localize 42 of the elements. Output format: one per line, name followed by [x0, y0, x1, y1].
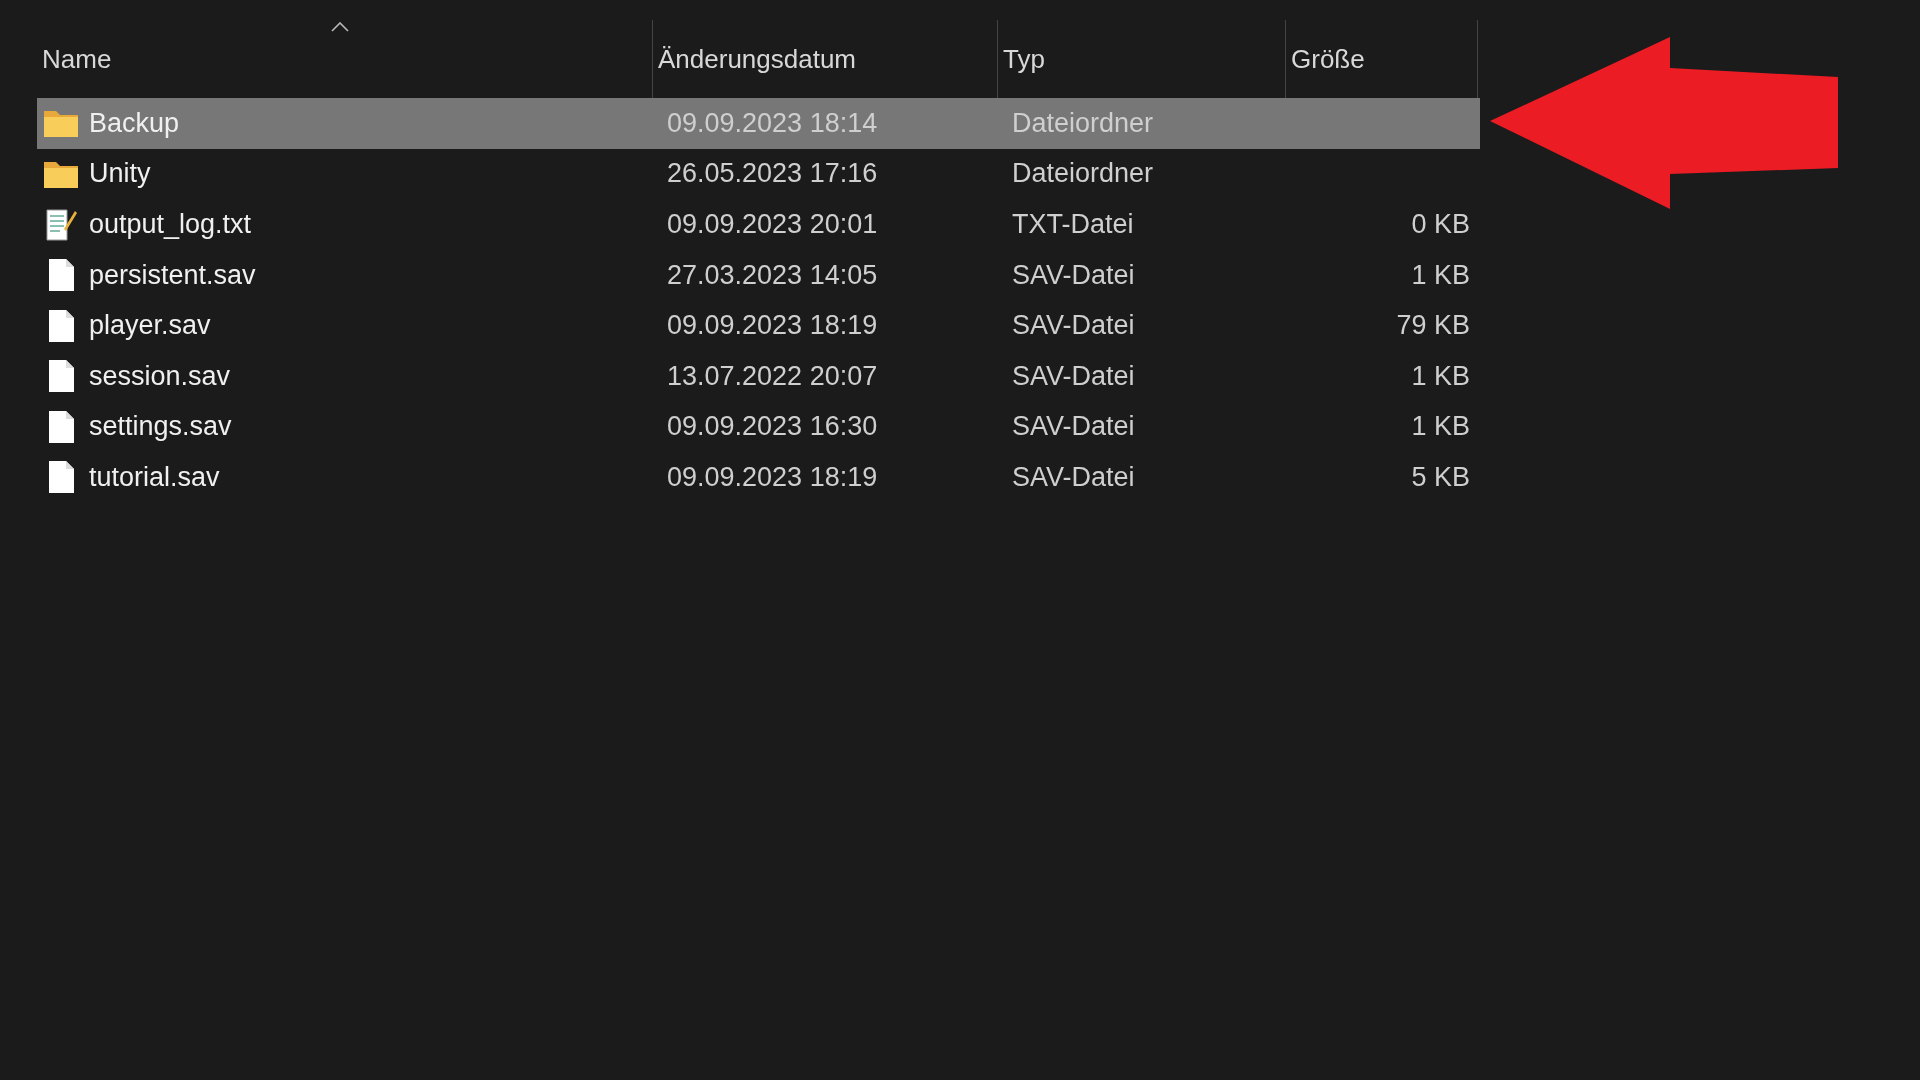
file-name: tutorial.sav: [89, 461, 220, 493]
modified-date: 09.09.2023 18:19: [666, 310, 879, 342]
sort-caret-icon: [330, 22, 349, 32]
modified-date: 27.03.2023 14:05: [666, 259, 879, 291]
file-row[interactable]: session.sav 13.07.2022 20:07 SAV-Datei 1 KB: [37, 350, 1480, 402]
file-name: Unity: [89, 158, 151, 190]
file-size: 1 KB: [1410, 411, 1471, 443]
modified-date: 09.09.2023 18:14: [666, 107, 879, 139]
file-row[interactable]: Backup 09.09.2023 18:14 Dateiordner: [37, 98, 1480, 149]
file-size: 1 KB: [1410, 360, 1471, 392]
file-row[interactable]: tutorial.sav 09.09.2023 18:19 SAV-Datei 5 KB: [37, 452, 1480, 503]
file-size: 5 KB: [1410, 461, 1471, 493]
modified-date: 09.09.2023 18:19: [666, 461, 879, 493]
file-size: 0 KB: [1410, 209, 1471, 240]
file-type: SAV-Datei: [1011, 411, 1136, 443]
file-type: Dateiordner: [1011, 158, 1155, 190]
file-type: SAV-Datei: [1011, 259, 1136, 291]
file-row[interactable]: settings.sav 09.09.2023 16:30 SAV-Datei 1 KB: [37, 401, 1480, 453]
file-size: 79 KB: [1395, 310, 1471, 342]
file-row[interactable]: player.sav 09.09.2023 18:19 SAV-Datei 79 KB: [37, 300, 1480, 351]
modified-date: 09.09.2023 16:30: [666, 411, 879, 443]
modified-date: 13.07.2022 20:07: [666, 360, 879, 392]
modified-date: 09.09.2023 20:01: [666, 209, 879, 240]
file-name: player.sav: [89, 310, 211, 342]
folder-icon: [43, 108, 79, 139]
file-name: Backup: [89, 107, 180, 139]
file-type: SAV-Datei: [1011, 310, 1136, 342]
arrow-icon: [1490, 37, 1840, 211]
file-name: persistent.sav: [89, 259, 256, 291]
file-type: Dateiordner: [1011, 107, 1155, 139]
modified-date: 26.05.2023 17:16: [666, 158, 879, 190]
file-row[interactable]: persistent.sav 27.03.2023 14:05 SAV-Datei 1 KB: [37, 249, 1480, 301]
file-name: session.sav: [89, 360, 231, 392]
text-file-icon: [43, 207, 79, 242]
file-type: SAV-Datei: [1011, 360, 1136, 392]
file-size: 1 KB: [1410, 259, 1471, 291]
file-row[interactable]: Unity 26.05.2023 17:16 Dateiordner: [37, 148, 1480, 200]
file-type: TXT-Datei: [1011, 209, 1135, 240]
file-row[interactable]: output_log.txt 09.09.2023 20:01 TXT-Datei 0 KB: [37, 199, 1480, 250]
file-name: settings.sav: [89, 411, 232, 443]
file-type: SAV-Datei: [1011, 461, 1136, 493]
file-name: output_log.txt: [89, 209, 252, 240]
